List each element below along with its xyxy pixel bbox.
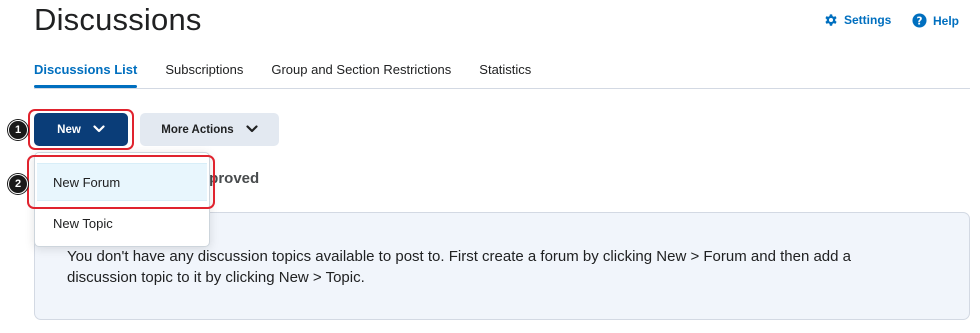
new-button[interactable]: New bbox=[34, 113, 128, 146]
tab-bar: Discussions List Subscriptions Group and… bbox=[34, 62, 559, 88]
tab-discussions-list[interactable]: Discussions List bbox=[34, 62, 138, 88]
help-link[interactable]: ? Help bbox=[912, 13, 959, 28]
chevron-down-icon bbox=[246, 124, 258, 136]
more-actions-button[interactable]: More Actions bbox=[140, 113, 279, 146]
menu-item-new-forum[interactable]: New Forum bbox=[37, 163, 207, 201]
empty-state-message: You don't have any discussion topics ava… bbox=[67, 248, 851, 286]
step-marker-2: 2 bbox=[8, 174, 28, 194]
step-marker-1: 1 bbox=[8, 120, 28, 140]
page-title: Discussions bbox=[34, 2, 202, 37]
more-actions-label: More Actions bbox=[161, 123, 234, 136]
new-button-label: New bbox=[57, 123, 81, 136]
help-label: Help bbox=[933, 13, 960, 28]
help-icon: ? bbox=[912, 13, 927, 28]
tab-subscriptions[interactable]: Subscriptions bbox=[165, 62, 243, 86]
tab-group-section-restrictions[interactable]: Group and Section Restrictions bbox=[271, 62, 451, 86]
tabs-divider bbox=[34, 88, 970, 89]
chevron-down-icon bbox=[93, 124, 105, 136]
settings-link[interactable]: Settings bbox=[824, 13, 891, 27]
menu-item-new-topic[interactable]: New Topic bbox=[37, 204, 207, 242]
new-dropdown-menu: New Forum New Topic bbox=[34, 152, 210, 247]
settings-label: Settings bbox=[844, 13, 892, 27]
tab-statistics[interactable]: Statistics bbox=[479, 62, 531, 86]
svg-text:?: ? bbox=[917, 15, 923, 27]
gear-icon bbox=[824, 13, 838, 27]
